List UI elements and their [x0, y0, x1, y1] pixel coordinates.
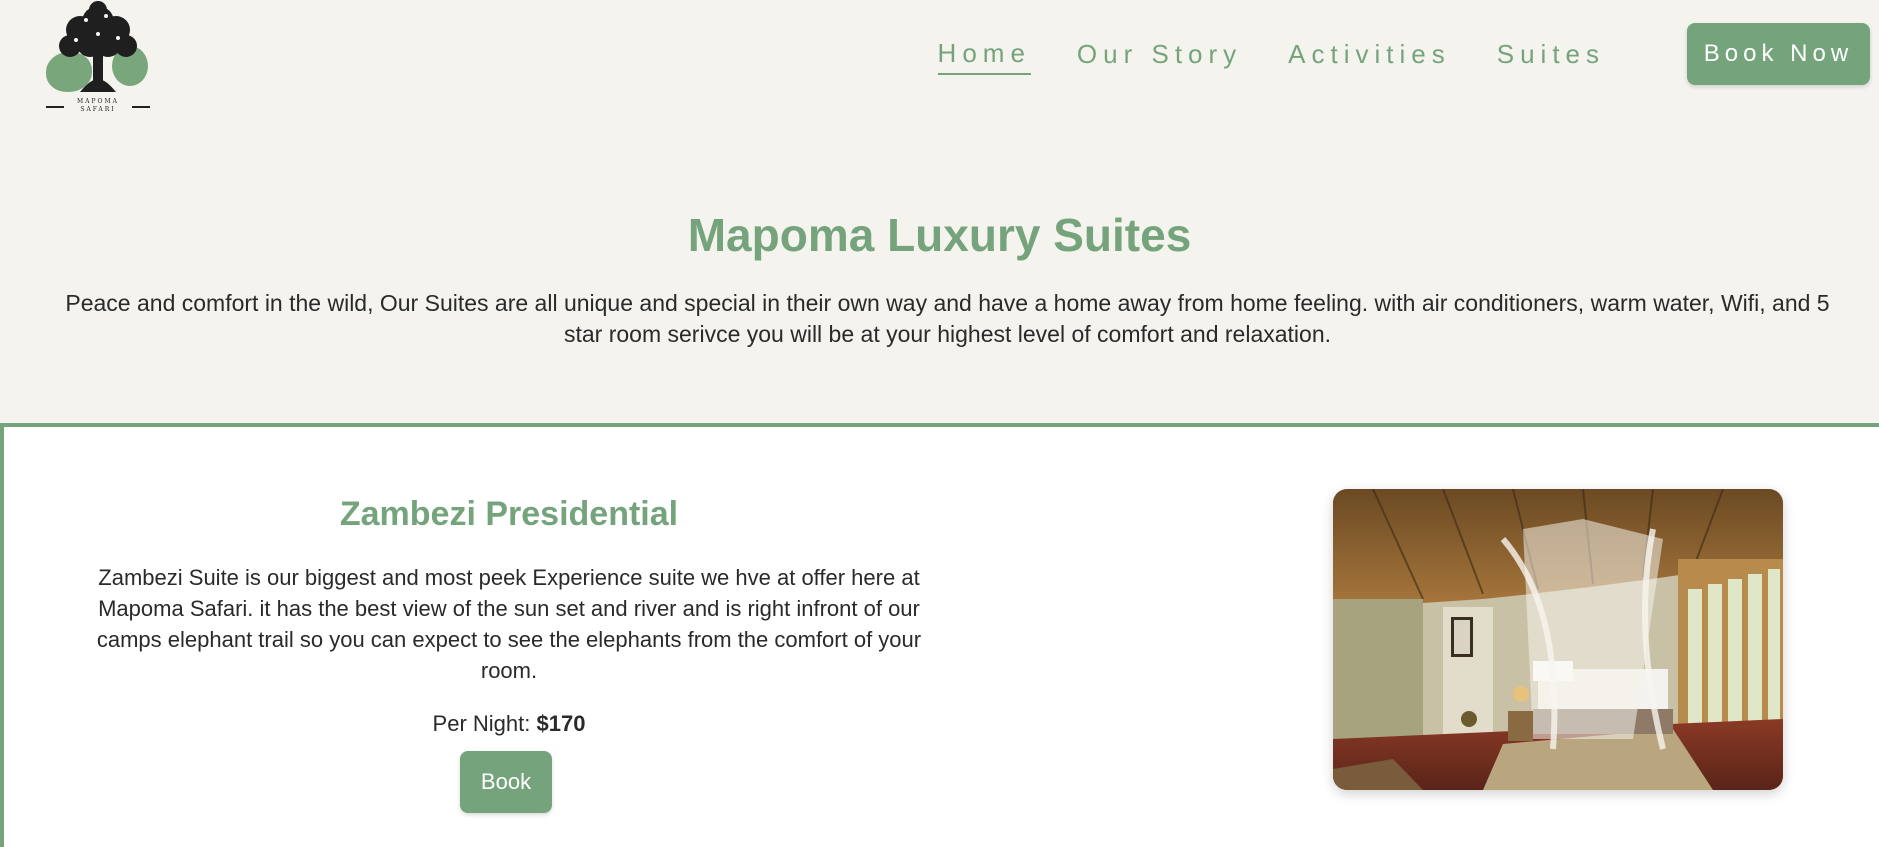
suite-card: Zambezi Presidential Zambezi Suite is ou… [0, 423, 1879, 847]
nav-activities[interactable]: Activities [1288, 39, 1451, 74]
tree-icon [59, 1, 137, 92]
suite-title: Zambezi Presidential [339, 495, 679, 533]
site-header: MAPOMA SAFARI Home Our Story Activities … [0, 0, 1879, 130]
nav-home[interactable]: Home [937, 38, 1031, 75]
suite-photo [1333, 489, 1783, 790]
main-nav: Home Our Story Activities Suites [892, 38, 1605, 75]
suite-price: Per Night: $170 [84, 711, 934, 737]
suite-description: Zambezi Suite is our biggest and most pe… [96, 565, 922, 683]
logo-text-line1: MAPOMA [77, 98, 119, 105]
logo-text-line2: SAFARI [80, 106, 116, 113]
book-suite-button[interactable]: Book [460, 751, 552, 813]
suite-bedroom-image [1333, 489, 1783, 790]
price-label: Per Night: [432, 711, 531, 736]
page-description: Peace and comfort in the wild, Our Suite… [65, 290, 1830, 347]
page-title: Mapoma Luxury Suites [687, 209, 1192, 261]
logo-text: MAPOMA SAFARI [40, 98, 156, 114]
page: MAPOMA SAFARI Home Our Story Activities … [0, 0, 1879, 847]
nav-suites[interactable]: Suites [1497, 39, 1605, 74]
price-value: $170 [536, 711, 586, 736]
book-now-button[interactable]: Book Now [1687, 23, 1870, 85]
logo[interactable]: MAPOMA SAFARI [40, 0, 156, 118]
nav-our-story[interactable]: Our Story [1077, 39, 1242, 74]
